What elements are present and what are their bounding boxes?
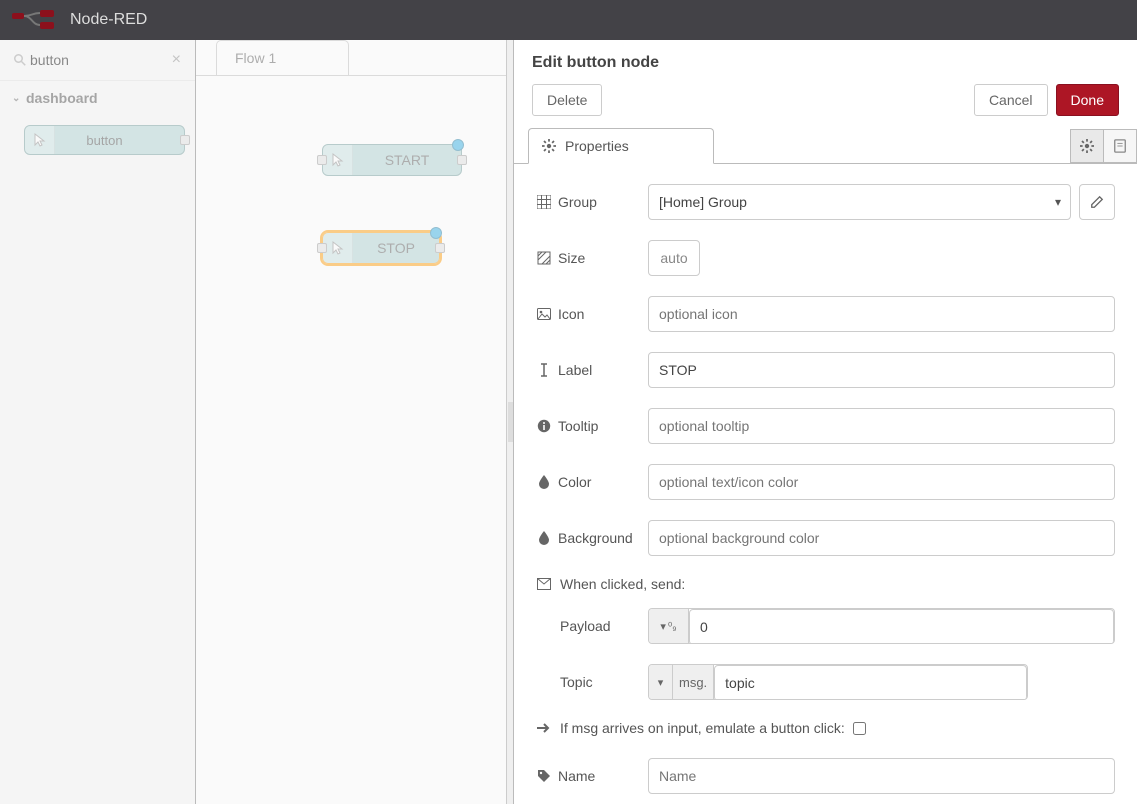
arrow-right-icon <box>536 722 552 734</box>
app-header: Node-RED <box>0 0 1137 40</box>
color-input[interactable] <box>648 464 1115 500</box>
edit-group-button[interactable] <box>1079 184 1115 220</box>
done-button[interactable]: Done <box>1056 84 1119 116</box>
node-label: STOP <box>353 240 439 256</box>
palette-category-dashboard[interactable]: ⌄ dashboard <box>0 81 195 115</box>
payload-type-select[interactable]: ▾ ⁰₉ <box>649 609 689 643</box>
label-label: Label <box>536 362 648 378</box>
app-title: Node-RED <box>70 11 147 29</box>
label-input[interactable] <box>648 352 1115 388</box>
palette: × ⌄ dashboard button <box>0 40 196 804</box>
tray-resize-handle[interactable] <box>506 40 513 804</box>
palette-node-label: button <box>86 133 122 148</box>
file-icon <box>1113 139 1127 153</box>
node-start[interactable]: START <box>322 144 462 176</box>
label-icon: Icon <box>536 306 648 322</box>
node-changed-dot <box>430 227 442 239</box>
label-group: Group <box>536 194 648 210</box>
tab-flow-1[interactable]: Flow 1 <box>216 40 349 75</box>
node-icon-bay <box>323 233 353 263</box>
tray-title: Edit button node <box>514 40 1137 84</box>
palette-node-button[interactable]: button <box>24 125 185 155</box>
group-select[interactable]: [Home] Group <box>648 184 1071 220</box>
node-port-out[interactable] <box>457 155 467 165</box>
size-button[interactable]: auto <box>648 240 700 276</box>
nodered-logo-icon <box>12 10 58 30</box>
info-icon <box>536 419 552 433</box>
node-port-out <box>180 135 190 145</box>
payload-input[interactable] <box>689 609 1114 644</box>
tab-label: Flow 1 <box>235 50 276 66</box>
icon-input[interactable] <box>648 296 1115 332</box>
emulate-click-label: If msg arrives on input, emulate a butto… <box>560 720 845 736</box>
tab-properties[interactable]: Properties <box>528 128 714 164</box>
number-type-icon: ⁰₉ <box>668 620 677 633</box>
topic-input[interactable] <box>714 665 1027 700</box>
label-topic: Topic <box>536 674 648 690</box>
label-name: Name <box>536 768 648 784</box>
clear-search-icon[interactable]: × <box>172 51 181 69</box>
envelope-icon <box>536 578 552 590</box>
node-settings-icon-button[interactable] <box>1070 129 1104 163</box>
tag-icon <box>536 769 552 783</box>
resize-icon <box>536 251 552 265</box>
node-changed-dot <box>452 139 464 151</box>
palette-search[interactable]: × <box>0 40 195 81</box>
tab-properties-label: Properties <box>565 138 629 154</box>
label-size: Size <box>536 250 648 266</box>
delete-button[interactable]: Delete <box>532 84 602 116</box>
node-port-out[interactable] <box>435 243 445 253</box>
label-background: Background <box>536 530 648 546</box>
name-input[interactable] <box>648 758 1115 794</box>
category-label: dashboard <box>26 90 98 106</box>
image-icon <box>536 307 552 321</box>
topic-type-select[interactable]: ▾ <box>649 665 673 699</box>
node-port-in[interactable] <box>317 243 327 253</box>
workspace[interactable]: Flow 1 START STOP <box>196 40 506 804</box>
background-input[interactable] <box>648 520 1115 556</box>
canvas[interactable]: START STOP <box>196 76 506 804</box>
gear-icon <box>1080 139 1094 153</box>
node-icon-bay <box>323 145 353 175</box>
node-stop[interactable]: STOP <box>322 232 440 264</box>
pointer-icon <box>32 132 48 148</box>
palette-search-input[interactable] <box>8 48 187 72</box>
tint-icon <box>536 531 552 545</box>
topic-prefix: msg. <box>673 665 714 699</box>
node-icon-bay <box>25 126 55 154</box>
gear-icon <box>541 139 557 153</box>
label-color: Color <box>536 474 648 490</box>
tooltip-input[interactable] <box>648 408 1115 444</box>
cancel-button[interactable]: Cancel <box>974 84 1048 116</box>
node-label: START <box>353 152 461 168</box>
editor-tray: Edit button node Delete Cancel Done Prop… <box>513 40 1137 804</box>
node-port-in[interactable] <box>317 155 327 165</box>
tint-icon <box>536 475 552 489</box>
text-cursor-icon <box>536 363 552 377</box>
label-payload: Payload <box>536 618 648 634</box>
section-when-clicked: When clicked, send: <box>536 576 1115 592</box>
workspace-tabs: Flow 1 <box>196 40 506 76</box>
label-tooltip: Tooltip <box>536 418 648 434</box>
emulate-click-checkbox[interactable] <box>853 722 866 735</box>
pointer-icon <box>330 152 346 168</box>
chevron-down-icon: ⌄ <box>12 93 20 104</box>
grid-icon <box>536 195 552 209</box>
pointer-icon <box>330 240 346 256</box>
search-icon <box>12 54 28 66</box>
node-description-icon-button[interactable] <box>1103 129 1137 163</box>
pencil-icon <box>1090 195 1104 209</box>
